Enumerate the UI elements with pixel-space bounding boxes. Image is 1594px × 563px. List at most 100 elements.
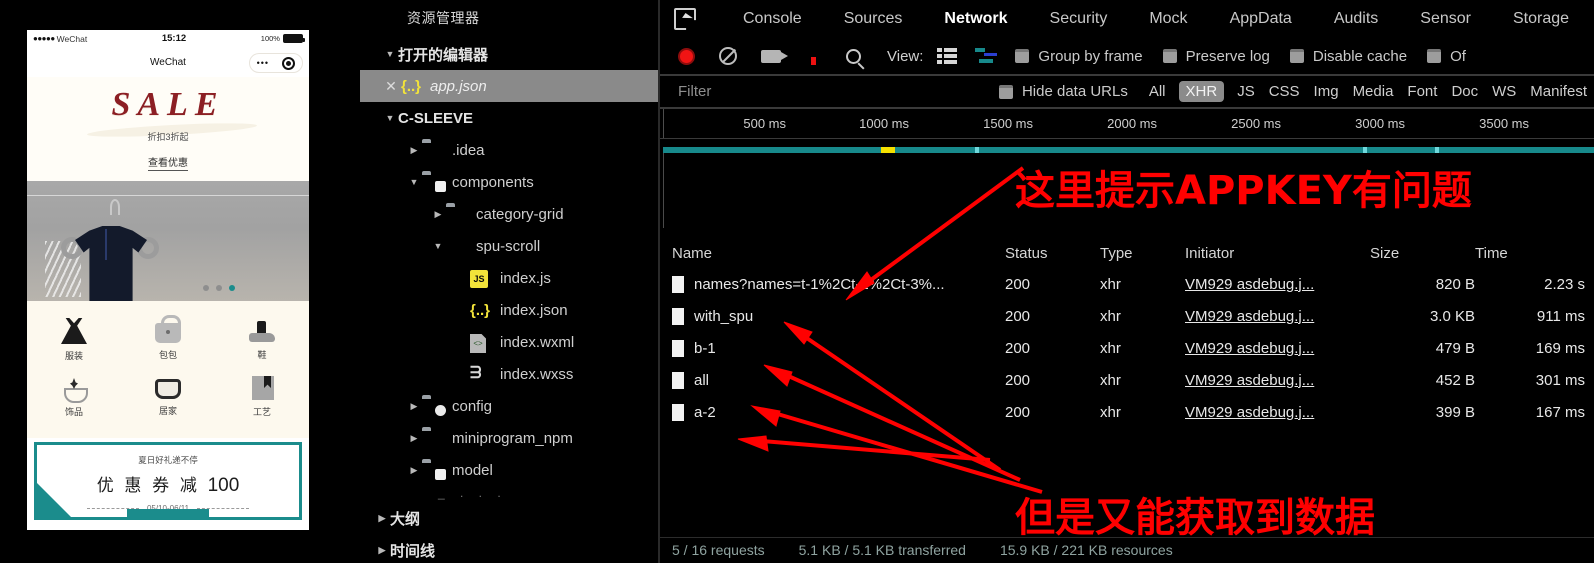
chevron-right-icon[interactable]: ▶: [374, 545, 390, 556]
table-row[interactable]: all 200 xhr VM929 asdebug.j... 452 B 301…: [660, 364, 1594, 396]
home-icon: [155, 379, 181, 399]
hero-carousel[interactable]: [27, 181, 309, 301]
chevron-right-icon[interactable]: ▶: [406, 145, 422, 156]
record-button-icon[interactable]: [678, 47, 695, 65]
hide-data-urls-checkbox[interactable]: [998, 84, 1013, 99]
column-header-time[interactable]: Time: [1475, 245, 1585, 262]
filter-input[interactable]: Filter: [678, 83, 999, 100]
tree-item-model[interactable]: ▶ model: [360, 454, 660, 486]
request-initiator[interactable]: VM929 asdebug.j...: [1185, 308, 1314, 325]
carousel-dot-2[interactable]: [216, 285, 222, 291]
view-offers-link[interactable]: 查看优惠: [148, 154, 188, 171]
chevron-right-icon[interactable]: ▶: [406, 465, 422, 476]
filter-type-all[interactable]: All: [1142, 81, 1173, 102]
column-header-status[interactable]: Status: [1005, 245, 1100, 262]
disable-cache-checkbox[interactable]: [1289, 49, 1304, 63]
table-row[interactable]: a-2 200 xhr VM929 asdebug.j... 399 B 167…: [660, 396, 1594, 428]
open-file-app-json[interactable]: ✕ {..} app.json: [360, 70, 660, 102]
chevron-down-icon[interactable]: ▼: [382, 113, 398, 123]
close-target-icon[interactable]: [282, 56, 296, 70]
tab-security[interactable]: Security: [1029, 10, 1129, 28]
tree-item-index-js[interactable]: JS index.js: [360, 262, 660, 294]
coupon-card[interactable]: 夏日好礼递不停 优 惠 券 减 100 05/10-06/11: [34, 442, 302, 520]
tree-item-index-json[interactable]: {..} index.json: [360, 294, 660, 326]
column-header-initiator[interactable]: Initiator: [1185, 245, 1370, 262]
tree-item-label: spu-scroll: [476, 237, 541, 255]
timeline-section[interactable]: ▶ 时间线: [360, 534, 660, 563]
coupon-claim-button[interactable]: [127, 509, 209, 517]
category-item-shoes[interactable]: 鞋: [215, 311, 309, 368]
tree-item-category-grid[interactable]: ▶ category-grid: [360, 198, 660, 230]
tree-item-components[interactable]: ▼ components: [360, 166, 660, 198]
tree-item-index-wxss[interactable]: ᗱ index.wxss: [360, 358, 660, 390]
list-view-icon[interactable]: [937, 48, 958, 64]
more-dots-icon[interactable]: •••: [257, 58, 269, 68]
capsule-buttons[interactable]: •••: [249, 53, 303, 73]
request-initiator[interactable]: VM929 asdebug.j...: [1185, 372, 1314, 389]
chevron-right-icon[interactable]: ▶: [430, 209, 446, 220]
filter-type-font[interactable]: Font: [1400, 81, 1444, 102]
capture-screenshots-icon[interactable]: [761, 49, 788, 63]
column-header-type[interactable]: Type: [1100, 245, 1185, 262]
column-header-name[interactable]: Name: [660, 245, 1005, 262]
offline-checkbox[interactable]: [1427, 49, 1442, 63]
network-overview-bar[interactable]: [663, 147, 1594, 153]
carousel-dots[interactable]: [203, 285, 235, 291]
inspect-cursor-icon[interactable]: [674, 8, 696, 30]
waterfall-view-icon[interactable]: [975, 48, 998, 64]
chevron-right-icon[interactable]: ▶: [406, 401, 422, 412]
chevron-right-icon[interactable]: ▶: [374, 513, 390, 524]
group-by-frame-checkbox[interactable]: [1015, 49, 1030, 63]
table-row[interactable]: names?names=t-1%2Ct-2%2Ct-3%... 200 xhr …: [660, 268, 1594, 300]
chevron-right-icon[interactable]: ▶: [406, 433, 422, 444]
category-item-craft[interactable]: 工艺: [215, 368, 309, 424]
tab-storage[interactable]: Storage: [1492, 10, 1590, 28]
coupon-subtitle: 夏日好礼递不停: [138, 455, 198, 465]
tab-appdata[interactable]: AppData: [1209, 10, 1313, 28]
column-header-size[interactable]: Size: [1370, 245, 1475, 262]
filter-type-xhr[interactable]: XHR: [1178, 81, 1225, 102]
filter-type-media[interactable]: Media: [1346, 81, 1401, 102]
tree-item-idea[interactable]: ▶ .idea: [360, 134, 660, 166]
overview-marker-1: [975, 147, 979, 153]
preserve-log-checkbox[interactable]: [1162, 49, 1177, 63]
category-item-bags[interactable]: 包包: [121, 311, 215, 368]
tab-sources[interactable]: Sources: [823, 10, 924, 28]
tab-console[interactable]: Console: [722, 10, 823, 28]
open-editors-section[interactable]: ▼ 打开的编辑器: [360, 38, 660, 70]
tab-audits[interactable]: Audits: [1313, 10, 1399, 28]
tab-mock[interactable]: Mock: [1128, 10, 1208, 28]
request-initiator[interactable]: VM929 asdebug.j...: [1185, 276, 1314, 293]
category-item-accessories[interactable]: 饰品: [27, 368, 121, 424]
chevron-down-icon[interactable]: ▼: [430, 241, 446, 251]
sale-banner[interactable]: SALE 折扣3折起 查看优惠: [27, 77, 309, 181]
carousel-dot-3[interactable]: [229, 285, 235, 291]
filter-type-img[interactable]: Img: [1307, 81, 1346, 102]
project-root-row[interactable]: ▼ C-SLEEVE: [360, 102, 660, 134]
filter-type-manifest[interactable]: Manifest: [1523, 81, 1594, 102]
filter-type-doc[interactable]: Doc: [1444, 81, 1485, 102]
tree-item-config[interactable]: ▶ config: [360, 390, 660, 422]
carousel-dot-1[interactable]: [203, 285, 209, 291]
clear-icon[interactable]: [719, 47, 737, 65]
chevron-down-icon[interactable]: ▼: [382, 49, 398, 59]
category-item-home[interactable]: 居家: [121, 368, 215, 424]
tab-network[interactable]: Network: [923, 10, 1028, 28]
filter-type-css[interactable]: CSS: [1262, 81, 1307, 102]
filter-type-js[interactable]: JS: [1230, 81, 1262, 102]
search-icon[interactable]: [846, 48, 861, 64]
filter-type-ws[interactable]: WS: [1485, 81, 1523, 102]
table-row[interactable]: with_spu 200 xhr VM929 asdebug.j... 3.0 …: [660, 300, 1594, 332]
tree-item-miniprogram-npm[interactable]: ▶ miniprogram_npm: [360, 422, 660, 454]
table-row[interactable]: b-1 200 xhr VM929 asdebug.j... 479 B 169…: [660, 332, 1594, 364]
filter-icon[interactable]: [805, 47, 822, 65]
close-icon[interactable]: ✕: [382, 78, 400, 95]
request-initiator[interactable]: VM929 asdebug.j...: [1185, 340, 1314, 357]
request-initiator[interactable]: VM929 asdebug.j...: [1185, 404, 1314, 421]
tab-sensor[interactable]: Sensor: [1399, 10, 1492, 28]
chevron-down-icon[interactable]: ▼: [406, 177, 422, 187]
category-item-clothing[interactable]: 服装: [27, 311, 121, 368]
outline-section[interactable]: ▶ 大纲: [360, 502, 660, 534]
tree-item-index-wxml[interactable]: <> index.wxml: [360, 326, 660, 358]
tree-item-spu-scroll[interactable]: ▼ spu-scroll: [360, 230, 660, 262]
